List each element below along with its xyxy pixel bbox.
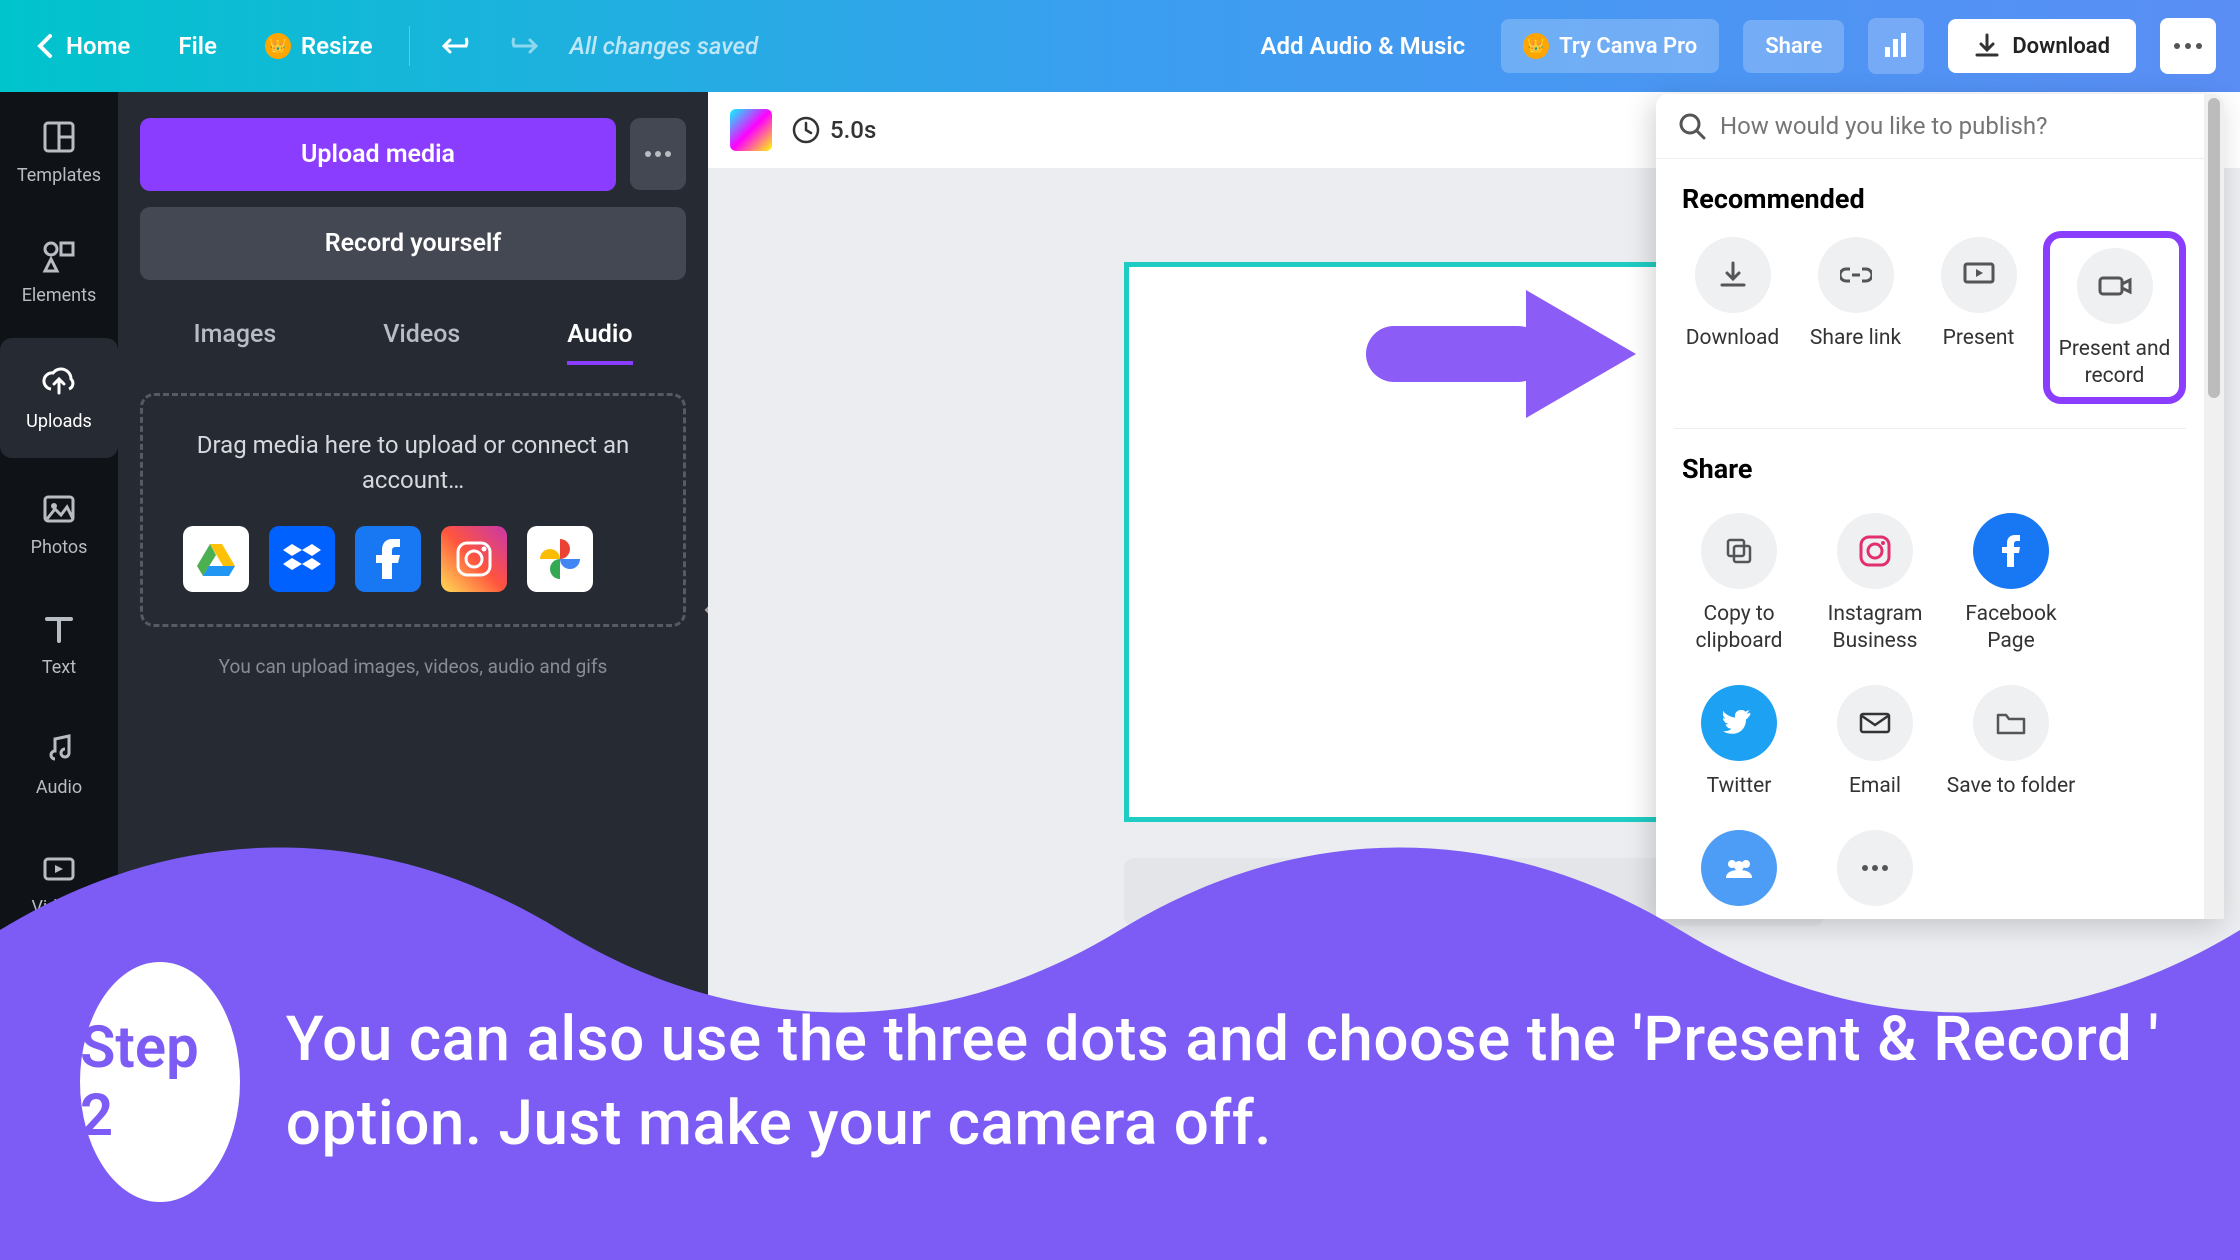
- download-icon: [1718, 260, 1748, 290]
- chevron-left-icon: [36, 32, 56, 60]
- try-pro-button[interactable]: 👑 Try Canva Pro: [1501, 19, 1719, 73]
- photo-icon: [41, 491, 77, 527]
- publish-panel: Recommended Download Share link Present …: [1656, 94, 2224, 919]
- more-menu-button[interactable]: [2160, 18, 2216, 74]
- rail-uploads[interactable]: Uploads: [0, 338, 118, 458]
- twitter-icon: [1723, 710, 1755, 736]
- email-icon: [1859, 712, 1891, 734]
- undo-button[interactable]: [434, 24, 478, 68]
- upload-media-button[interactable]: Upload media: [140, 118, 616, 191]
- rail-audio[interactable]: Audio: [0, 704, 118, 824]
- instagram-icon: [1858, 534, 1892, 568]
- crown-icon: 👑: [265, 33, 291, 59]
- cloud-upload-icon: [39, 365, 79, 401]
- dots-horizontal-icon: [644, 151, 672, 157]
- text-icon: [41, 611, 77, 647]
- dots-horizontal-icon: [2173, 42, 2203, 50]
- google-photos-icon[interactable]: [527, 526, 593, 592]
- opt-download[interactable]: Download: [1674, 237, 1791, 404]
- music-note-icon: [41, 731, 77, 767]
- publish-search[interactable]: [1656, 94, 2224, 159]
- tab-images[interactable]: Images: [193, 308, 276, 365]
- record-yourself-button[interactable]: Record yourself: [140, 207, 686, 280]
- resize-button[interactable]: 👑 Resize: [253, 22, 385, 70]
- share-instagram[interactable]: Instagram Business: [1810, 513, 1940, 656]
- share-copy[interactable]: Copy to clipboard: [1674, 513, 1804, 656]
- home-button[interactable]: Home: [24, 22, 142, 70]
- share-save-folder[interactable]: Save to folder: [1946, 685, 2076, 800]
- share-facebook-page[interactable]: Facebook Page: [1946, 513, 2076, 656]
- share-email[interactable]: Email: [1810, 685, 1940, 800]
- home-label: Home: [66, 32, 130, 60]
- media-tabs: Images Videos Audio: [140, 308, 686, 365]
- rail-templates[interactable]: Templates: [0, 92, 118, 212]
- publish-search-input[interactable]: [1720, 112, 2202, 140]
- opt-share-link[interactable]: Share link: [1797, 237, 1914, 404]
- google-drive-icon[interactable]: [183, 526, 249, 592]
- present-icon: [1963, 262, 1995, 288]
- rail-photos[interactable]: Photos: [0, 464, 118, 584]
- color-swatch[interactable]: [730, 109, 772, 151]
- share-button[interactable]: Share: [1743, 20, 1844, 73]
- drop-zone-text: Drag media here to upload or connect an …: [165, 428, 661, 498]
- opt-present[interactable]: Present: [1920, 237, 2037, 404]
- insights-button[interactable]: [1868, 18, 1924, 74]
- share-twitter[interactable]: Twitter: [1674, 685, 1804, 800]
- tab-videos[interactable]: Videos: [383, 308, 460, 365]
- upload-more-button[interactable]: [630, 118, 686, 190]
- present-record-icon: [2098, 274, 2132, 298]
- instagram-icon[interactable]: [441, 526, 507, 592]
- rail-elements[interactable]: Elements: [0, 212, 118, 332]
- facebook-icon[interactable]: [355, 526, 421, 592]
- upload-hint: You can upload images, videos, audio and…: [140, 655, 686, 678]
- scrollbar[interactable]: [2204, 94, 2224, 919]
- annotation-caption: Step 2 You can also use the three dots a…: [80, 962, 2200, 1202]
- step-badge: Step 2: [80, 962, 240, 1202]
- share-title: Share: [1656, 429, 2204, 499]
- tab-audio[interactable]: Audio: [567, 308, 632, 365]
- redo-button[interactable]: [502, 24, 546, 68]
- caption-text: You can also use the three dots and choo…: [286, 998, 2200, 1165]
- clock-icon: [792, 116, 820, 144]
- dropbox-icon[interactable]: [269, 526, 335, 592]
- link-icon: [1840, 266, 1872, 284]
- upload-drop-zone[interactable]: Drag media here to upload or connect an …: [140, 393, 686, 627]
- bar-chart-icon: [1881, 31, 1911, 61]
- templates-icon: [41, 119, 77, 155]
- file-menu[interactable]: File: [166, 22, 229, 70]
- search-icon: [1678, 112, 1706, 140]
- add-audio-button[interactable]: Add Audio & Music: [1249, 22, 1478, 70]
- folder-icon: [1996, 711, 2026, 735]
- divider: [409, 26, 410, 66]
- annotation-arrow: [1366, 280, 1646, 420]
- duration-button[interactable]: 5.0s: [792, 116, 876, 144]
- copy-icon: [1725, 537, 1753, 565]
- download-icon: [1974, 33, 2000, 59]
- recommended-title: Recommended: [1656, 159, 2204, 229]
- download-button[interactable]: Download: [1948, 19, 2136, 73]
- top-toolbar: Home File 👑 Resize All changes saved Add…: [0, 0, 2240, 92]
- facebook-icon: [2002, 535, 2020, 567]
- crown-icon: 👑: [1523, 33, 1549, 59]
- rail-text[interactable]: Text: [0, 584, 118, 704]
- save-status: All changes saved: [570, 32, 759, 60]
- opt-present-and-record[interactable]: Present and record: [2043, 231, 2186, 404]
- elements-icon: [41, 239, 77, 275]
